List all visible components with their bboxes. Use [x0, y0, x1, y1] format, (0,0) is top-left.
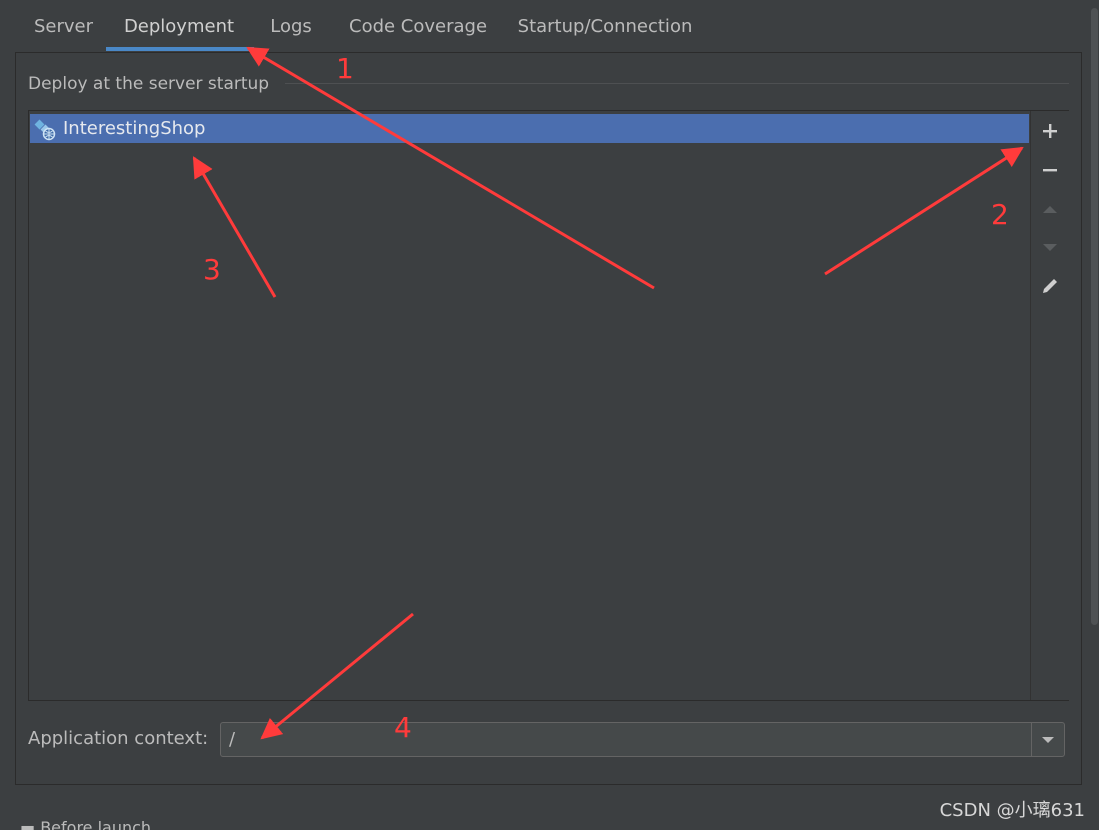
deploy-section-title: Deploy at the server startup [28, 74, 270, 94]
collapse-icon: ▬ [20, 818, 41, 830]
move-down-button[interactable] [1037, 234, 1063, 260]
minus-icon [1043, 169, 1057, 172]
deployment-artifact-list[interactable] [28, 110, 1069, 701]
dropdown-button[interactable] [1031, 723, 1064, 756]
application-context-combobox[interactable]: / [220, 722, 1065, 757]
move-up-button[interactable] [1037, 197, 1063, 223]
list-item-label: InterestingShop [63, 118, 206, 139]
artifact-icon [34, 119, 56, 140]
before-launch-section[interactable]: ▬ Before launch [20, 818, 151, 830]
section-divider [285, 83, 1069, 84]
edit-button[interactable] [1037, 273, 1063, 299]
remove-button[interactable] [1037, 157, 1063, 183]
scrollbar-thumb[interactable] [1091, 8, 1098, 625]
chevron-down-icon [1042, 736, 1054, 743]
annotation-number-3: 3 [203, 253, 221, 286]
tab-server[interactable]: Server [34, 8, 93, 48]
add-button[interactable] [1037, 118, 1063, 144]
list-item-interestingshop[interactable]: InterestingShop [30, 114, 1029, 143]
plus-icon [1043, 124, 1057, 138]
tab-code-coverage[interactable]: Code Coverage [349, 8, 487, 48]
before-launch-label: Before launch [40, 818, 152, 830]
tab-deployment[interactable]: Deployment [119, 8, 239, 48]
tab-logs[interactable]: Logs [269, 8, 313, 48]
tab-active-indicator [106, 47, 254, 51]
arrow-up-icon [1043, 206, 1057, 213]
run-configuration-deployment-panel: Server Deployment Logs Code Coverage Sta… [0, 0, 1099, 830]
application-context-value[interactable]: / [229, 728, 235, 752]
arrow-down-icon [1043, 244, 1057, 251]
annotation-number-1: 1 [336, 52, 354, 85]
pencil-icon [1043, 279, 1057, 293]
application-context-label: Application context: [28, 728, 209, 749]
watermark: CSDN @小璃631 [939, 800, 1085, 821]
annotation-number-4: 4 [394, 711, 412, 744]
annotation-number-2: 2 [991, 198, 1009, 231]
tab-startup-connection[interactable]: Startup/Connection [517, 8, 693, 48]
